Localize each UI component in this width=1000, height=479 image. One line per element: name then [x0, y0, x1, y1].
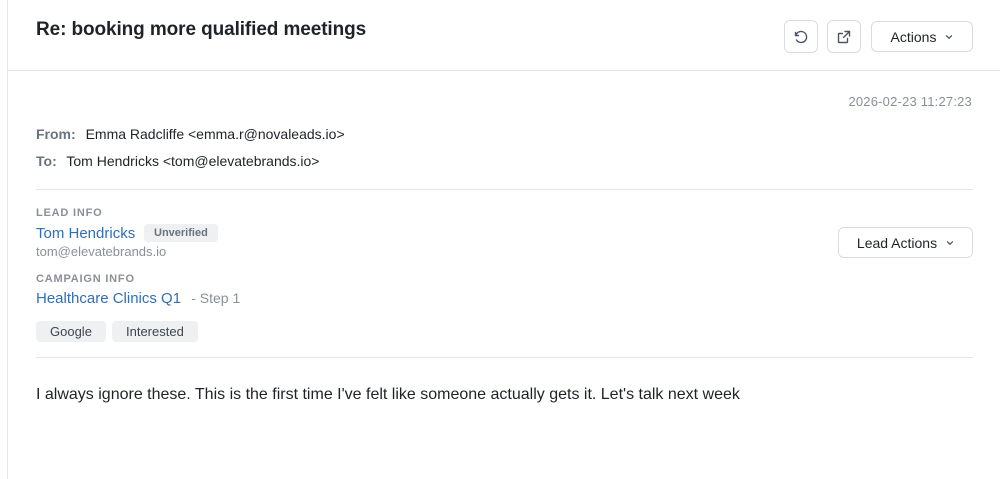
to-value: Tom Hendricks <tom@elevatebrands.io> — [66, 153, 320, 169]
from-value: Emma Radcliffe <emma.r@novaleads.io> — [85, 126, 345, 142]
email-subject: Re: booking more qualified meetings — [36, 19, 367, 40]
to-row: To: Tom Hendricks <tom@elevatebrands.io> — [36, 153, 319, 169]
divider — [36, 357, 973, 358]
from-label: From: — [36, 126, 76, 142]
email-header: Re: booking more qualified meetings Acti… — [8, 0, 1000, 71]
campaign-row: Healthcare Clinics Q1 - Step 1 — [36, 290, 240, 307]
open-external-button[interactable] — [827, 20, 861, 53]
tag-interested: Interested — [112, 321, 198, 342]
chevron-down-icon — [946, 240, 954, 245]
external-link-icon — [837, 30, 851, 43]
campaign-name-link[interactable]: Healthcare Clinics Q1 — [36, 290, 181, 307]
email-detail-panel: Re: booking more qualified meetings Acti… — [7, 0, 1000, 479]
refresh-button[interactable] — [784, 20, 818, 53]
email-body: I always ignore these. This is the first… — [36, 386, 740, 403]
lead-name-link[interactable]: Tom Hendricks — [36, 225, 135, 242]
divider — [36, 189, 973, 190]
from-row: From: Emma Radcliffe <emma.r@novaleads.i… — [36, 126, 345, 142]
actions-label: Actions — [890, 28, 937, 45]
email-timestamp: 2026-02-23 11:27:23 — [848, 94, 972, 109]
to-label: To: — [36, 153, 57, 169]
tag-google: Google — [36, 321, 106, 342]
lead-info-label: LEAD INFO — [36, 207, 103, 219]
campaign-step: - Step 1 — [191, 290, 241, 306]
status-badge: Unverified — [144, 224, 218, 242]
refresh-icon — [794, 30, 808, 43]
lead-email: tom@elevatebrands.io — [36, 244, 167, 259]
campaign-info-label: CAMPAIGN INFO — [36, 273, 135, 285]
chevron-down-icon — [946, 34, 953, 39]
lead-actions-button[interactable]: Lead Actions — [838, 227, 973, 258]
lead-actions-label: Lead Actions — [856, 234, 938, 251]
actions-dropdown-button[interactable]: Actions — [871, 21, 973, 52]
